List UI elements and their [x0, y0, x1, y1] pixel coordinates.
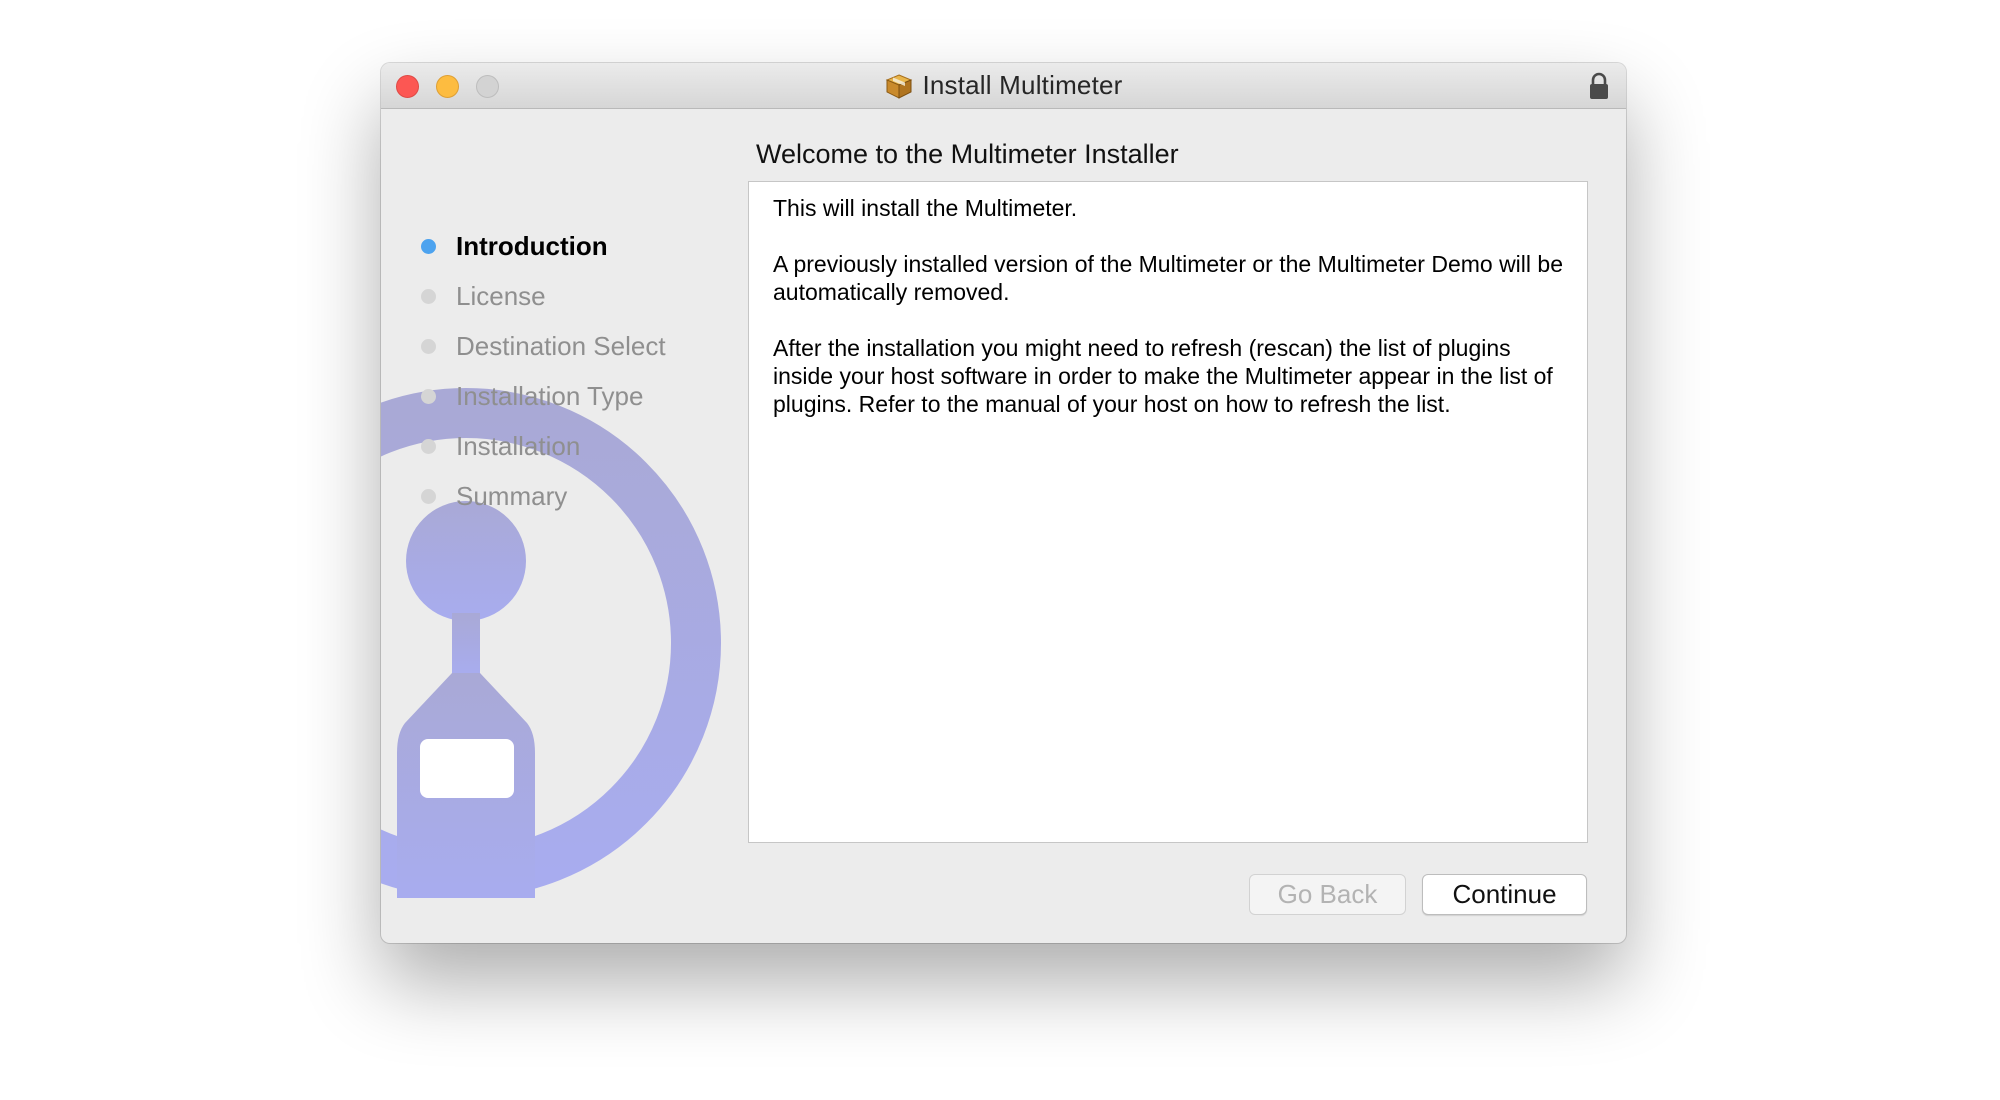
step-introduction: Introduction: [421, 221, 666, 271]
window-title: Install Multimeter: [922, 70, 1123, 100]
introduction-text-panel[interactable]: This will install the Multimeter. A prev…: [748, 181, 1588, 843]
step-indicator-active: [421, 238, 436, 254]
step-indicator: [421, 288, 436, 304]
step-label: Installation Type: [456, 380, 644, 411]
step-summary: Summary: [421, 471, 666, 521]
installer-steps: Introduction License Destination Select …: [421, 221, 666, 521]
intro-paragraph: This will install the Multimeter.: [773, 195, 1078, 221]
removal-notice-paragraph: A previously installed version of the Mu…: [773, 251, 1563, 305]
step-label: Summary: [456, 480, 568, 511]
step-license: License: [421, 271, 666, 321]
window-title-group: Install Multimeter: [381, 63, 1626, 108]
step-label: Destination Select: [456, 330, 666, 361]
step-indicator: [421, 388, 436, 404]
step-label: Installation: [456, 430, 581, 461]
go-back-button[interactable]: Go Back: [1249, 874, 1406, 915]
step-label: Introduction: [456, 230, 608, 261]
step-indicator: [421, 438, 436, 454]
page-title: Welcome to the Multimeter Installer: [756, 139, 1179, 169]
installer-window: Install Multimeter Introduction License: [381, 63, 1626, 943]
step-indicator: [421, 488, 436, 504]
title-bar[interactable]: Install Multimeter: [381, 63, 1626, 109]
rescan-notice-paragraph: After the installation you might need to…: [773, 335, 1553, 417]
step-label: License: [456, 280, 546, 311]
package-icon: [886, 73, 913, 99]
step-destination-select: Destination Select: [421, 321, 666, 371]
lock-icon[interactable]: [1587, 71, 1611, 101]
step-installation: Installation: [421, 421, 666, 471]
step-installation-type: Installation Type: [421, 371, 666, 421]
continue-button[interactable]: Continue: [1422, 874, 1587, 915]
step-indicator: [421, 338, 436, 354]
